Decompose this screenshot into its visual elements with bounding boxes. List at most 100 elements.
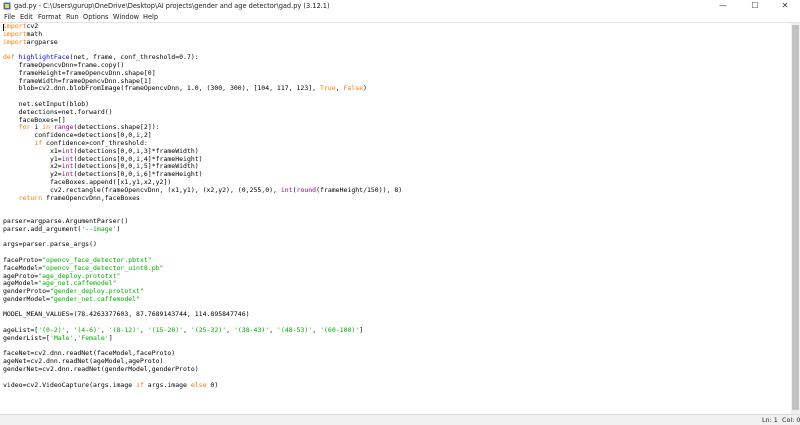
code-token: ) [116, 224, 121, 233]
code-token: genderNet=cv2.dnn.readNet(genderModel,ge… [3, 365, 199, 374]
code-text[interactable]: importcv2 importmath importargparse def … [3, 23, 402, 389]
code-token: ageModel= [3, 279, 39, 288]
code-token: ) [363, 84, 367, 93]
code-token: , [100, 326, 109, 335]
menu-help[interactable]: Help [143, 12, 158, 22]
code-token: "gender_deploy.prototxt" [49, 287, 144, 296]
code-token: return [18, 193, 43, 202]
code-line[interactable]: faceNet=cv2.dnn.readNet(faceModel,facePr… [3, 349, 176, 358]
menu-run[interactable]: Run [66, 12, 79, 22]
code-line[interactable]: frameHeight=frameOpencvDnn.shape[0] [3, 69, 156, 77]
code-line[interactable]: ageProto="age_deploy.prototxt" [3, 272, 120, 280]
code-token: 'Male' [49, 333, 74, 342]
code-token: cv2.rectangle(frameOpencvDnn, (x1,y1), (… [3, 185, 281, 194]
code-token: net.setInput(blob) [3, 99, 90, 108]
code-token: int [280, 185, 293, 194]
code-line[interactable]: if confidence>conf_threshold: [3, 139, 148, 147]
code-token: frameOpencvDnn=frame.copy() [3, 60, 125, 69]
code-token: round [296, 185, 317, 194]
code-line[interactable]: genderNet=cv2.dnn.readNet(genderModel,ge… [3, 365, 199, 373]
code-line[interactable]: detections=net.forward() [3, 108, 113, 116]
code-token: "opencv_face_detector.pbtxt" [42, 255, 152, 264]
code-token: else [190, 380, 207, 389]
code-token: import [3, 29, 27, 38]
code-token: blob=cv2.dnn.blobFromImage(frameOpencvDn… [3, 84, 320, 93]
code-token: , [183, 326, 191, 335]
code-token: x2= [3, 162, 62, 171]
code-token: y2= [3, 170, 62, 179]
code-line[interactable]: ageNet=cv2.dnn.readNet(ageModel,ageProto… [3, 357, 163, 365]
code-token: "age_net.caffemodel" [38, 279, 117, 288]
close-button[interactable]: ✕ [770, 0, 800, 12]
code-line[interactable]: def highlightFace(net, frame, conf_thres… [3, 53, 199, 61]
code-token: ageList=[ [3, 326, 39, 335]
menu-options[interactable]: Options [83, 12, 108, 22]
code-line[interactable]: cv2.rectangle(frameOpencvDnn, (x1,y1), (… [3, 186, 402, 194]
code-line[interactable]: genderProto="gender_deploy.prototxt" [3, 287, 144, 295]
code-line[interactable]: MODEL_MEAN_VALUES=(78.4263377603, 87.768… [3, 310, 250, 319]
scrollbar-thumb[interactable] [792, 25, 799, 410]
code-token: confidence=detections[0,0,i,2] [3, 131, 152, 140]
code-token: range [53, 123, 74, 132]
code-token: int [61, 170, 74, 179]
code-line[interactable]: genderModel="gender_net.caffemodel" [3, 295, 140, 303]
code-token: args=parser.parse_args() [3, 240, 97, 249]
code-token: frameOpencvDnn,faceBoxes [42, 193, 140, 202]
code-line[interactable]: frameWidth=frameOpencvDnn.shape[1] [3, 77, 152, 85]
code-token: args.image [143, 380, 191, 389]
code-token: video=cv2.VideoCapture(args.image [3, 380, 137, 389]
status-bar: Ln: 1 Col: 0 [0, 414, 800, 425]
code-editor[interactable]: importcv2 importmath importargparse def … [0, 23, 790, 414]
minimize-button[interactable]: — [708, 0, 738, 12]
code-token: (detections[0,0,i,4]*frameHeight) [73, 154, 203, 163]
menu-window[interactable]: Window [113, 12, 139, 22]
code-line[interactable]: importargparse [3, 38, 58, 46]
python-file-icon [3, 2, 11, 10]
code-line[interactable]: confidence=detections[0,0,i,2] [3, 131, 152, 140]
code-token: int [61, 154, 74, 163]
code-token: "gender_net.caffemodel" [49, 294, 140, 303]
code-line[interactable]: genderList=['Male','Female'] [3, 334, 113, 342]
code-token: , [269, 326, 278, 335]
code-token: "opencv_face_detector_uint8.pb" [42, 263, 164, 272]
code-token: "age_deploy.prototxt" [38, 271, 121, 280]
menu-format[interactable]: Format [38, 12, 61, 22]
text-cursor [3, 24, 4, 31]
code-line[interactable]: blob=cv2.dnn.blobFromImage(frameOpencvDn… [3, 84, 367, 92]
code-line[interactable]: return frameOpencvDnn,faceBoxes [3, 194, 140, 202]
code-line[interactable]: faceProto="opencv_face_detector.pbtxt" [3, 256, 152, 264]
code-line[interactable]: faceBoxes=[] [3, 116, 66, 124]
code-line[interactable]: for i in range(detections.shape[2]): [3, 123, 160, 131]
menu-file[interactable]: File [4, 12, 15, 22]
code-token: faceNet=cv2.dnn.readNet(faceModel,facePr… [3, 349, 176, 358]
code-line[interactable]: y2=int(detections[0,0,i,6]*frameHeight) [3, 170, 203, 178]
code-line[interactable]: ageList=['(0-2)', '(4-6)', '(8-12)', '(1… [3, 326, 363, 334]
code-token: , [312, 326, 321, 335]
code-token: (net, frame, conf_threshold=0.7): [69, 53, 199, 62]
code-line[interactable]: parser=argparse.ArgumentParser() [3, 217, 128, 225]
code-line[interactable]: x2=int(detections[0,0,i,5]*frameWidth) [3, 162, 199, 170]
code-token: '(60-100)' [320, 326, 360, 335]
code-line[interactable]: faceModel="opencv_face_detector_uint8.pb… [3, 264, 163, 272]
code-token: genderModel= [3, 294, 50, 303]
code-line[interactable]: video=cv2.VideoCapture(args.image if arg… [3, 381, 218, 389]
code-token: '(0-2)' [38, 326, 66, 335]
code-line[interactable]: net.setInput(blob) [3, 100, 89, 108]
code-token: '--image' [81, 224, 117, 233]
code-line[interactable]: x1=int(detections[0,0,i,3]*frameWidth) [3, 147, 199, 155]
menu-edit[interactable]: Edit [20, 12, 33, 22]
code-line[interactable]: importmath [3, 30, 42, 38]
code-token: '(4-6)' [73, 326, 101, 335]
vertical-scrollbar[interactable] [791, 23, 800, 414]
code-token: faceBoxes.append([x1,y1,x2,y2]) [3, 177, 172, 186]
code-line[interactable]: ageModel="age_net.caffemodel" [3, 279, 117, 287]
code-line[interactable]: y1=int(detections[0,0,i,4]*frameHeight) [3, 155, 203, 163]
maximize-button[interactable]: ☐ [740, 0, 770, 12]
code-line[interactable]: parser.add_argument('--image') [3, 225, 120, 233]
code-line[interactable]: frameOpencvDnn=frame.copy() [3, 60, 125, 69]
code-line[interactable]: args=parser.parse_args() [3, 240, 97, 248]
code-token: MODEL_MEAN_VALUES=(78.4263377603, 87.768… [3, 310, 250, 319]
code-line[interactable]: faceBoxes.append([x1,y1,x2,y2]) [3, 178, 171, 186]
